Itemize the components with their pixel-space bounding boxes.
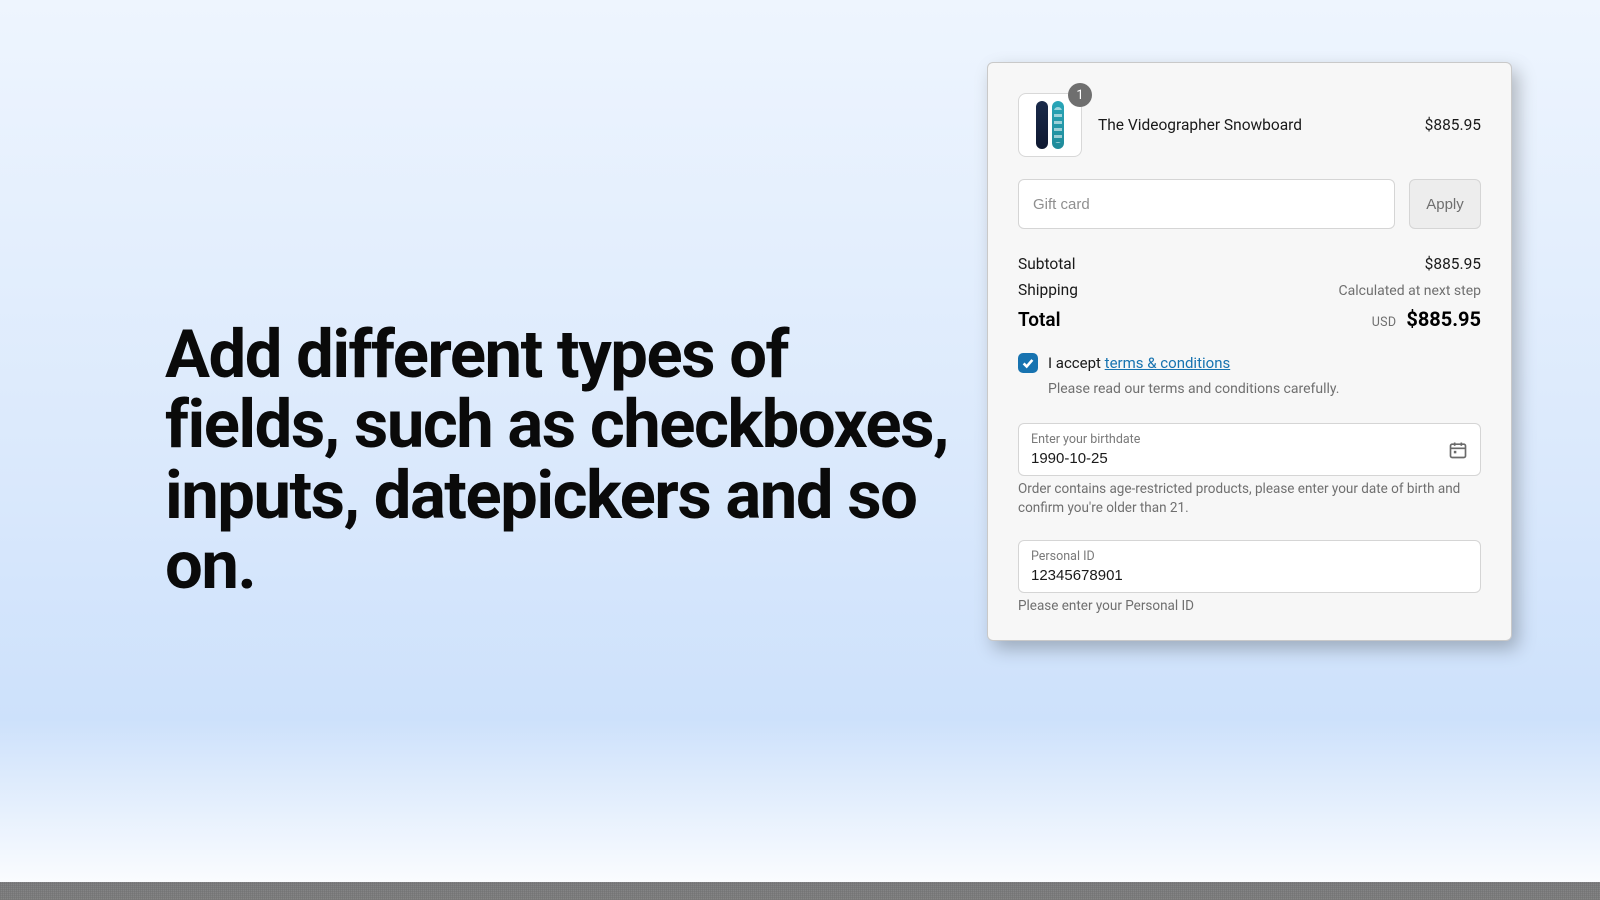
giftcard-row: Apply: [1018, 179, 1481, 229]
shipping-note: Calculated at next step: [1339, 283, 1481, 299]
subtotal-label: Subtotal: [1018, 255, 1075, 273]
birthdate-field[interactable]: Enter your birthdate: [1018, 423, 1481, 476]
total-label: Total: [1018, 308, 1061, 331]
terms-link[interactable]: terms & conditions: [1105, 354, 1231, 372]
shipping-line: Shipping Calculated at next step: [1018, 281, 1481, 299]
product-thumbnail: 1: [1018, 93, 1082, 157]
subtotal-value: $885.95: [1425, 255, 1481, 273]
product-row: 1 The Videographer Snowboard $885.95: [1018, 93, 1481, 157]
product-name: The Videographer Snowboard: [1098, 116, 1409, 134]
birthdate-help: Order contains age-restricted products, …: [1018, 480, 1481, 518]
giftcard-input[interactable]: [1018, 179, 1395, 229]
birthdate-input[interactable]: [1031, 450, 1434, 467]
shipping-label: Shipping: [1018, 281, 1078, 299]
total-line: Total USD $885.95: [1018, 307, 1481, 331]
terms-prefix: I accept: [1048, 354, 1105, 372]
personal-id-input[interactable]: [1031, 567, 1434, 584]
personal-id-label: Personal ID: [1031, 549, 1434, 564]
calendar-icon[interactable]: [1448, 440, 1468, 460]
subtotal-line: Subtotal $885.95: [1018, 255, 1481, 273]
birthdate-label: Enter your birthdate: [1031, 432, 1434, 447]
marketing-headline: Add different types of fields, such as c…: [165, 320, 955, 601]
terms-text: I accept terms & conditions: [1048, 354, 1230, 372]
terms-row: I accept terms & conditions: [1018, 353, 1481, 373]
product-price: $885.95: [1425, 116, 1481, 134]
decorative-noise: [0, 882, 1600, 900]
check-icon: [1021, 356, 1035, 370]
personal-id-field[interactable]: Personal ID: [1018, 540, 1481, 593]
terms-checkbox[interactable]: [1018, 353, 1038, 373]
checkout-panel: 1 The Videographer Snowboard $885.95 App…: [987, 62, 1512, 641]
total-currency: USD: [1372, 315, 1397, 330]
quantity-badge: 1: [1068, 83, 1092, 107]
total-value: $885.95: [1406, 307, 1481, 331]
personal-id-help: Please enter your Personal ID: [1018, 597, 1481, 616]
apply-button[interactable]: Apply: [1409, 179, 1481, 229]
terms-hint: Please read our terms and conditions car…: [1048, 381, 1481, 397]
